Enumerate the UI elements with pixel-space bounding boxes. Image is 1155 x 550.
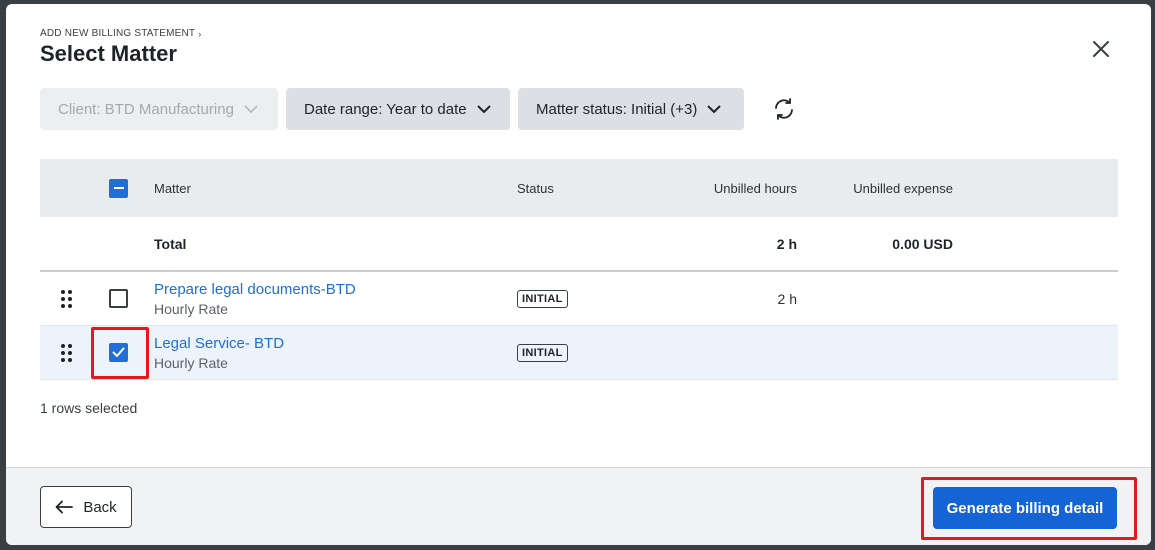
close-button[interactable] — [1088, 36, 1114, 62]
refresh-icon — [775, 98, 793, 120]
table-row[interactable]: Prepare legal documents-BTD Hourly Rate … — [40, 272, 1118, 326]
matter-table: Matter Status Unbilled hours Unbilled ex… — [40, 159, 1118, 380]
generate-billing-detail-button[interactable]: Generate billing detail — [933, 487, 1117, 529]
drag-handle-icon[interactable] — [60, 343, 72, 362]
refresh-button[interactable] — [770, 95, 798, 123]
column-header-status[interactable]: Status — [517, 181, 657, 196]
total-label: Total — [154, 235, 187, 252]
total-row: Total 2 h 0.00 USD — [40, 217, 1118, 272]
filter-bar: Client: BTD Manufacturing Date range: Ye… — [40, 88, 798, 130]
table-header: Matter Status Unbilled hours Unbilled ex… — [40, 159, 1118, 217]
column-header-unbilled-expense[interactable]: Unbilled expense — [797, 181, 953, 196]
status-badge: INITIAL — [517, 290, 568, 308]
row-unbilled-hours: 2 h — [777, 290, 797, 307]
row-checkbox[interactable] — [109, 343, 128, 362]
total-expense: 0.00 USD — [892, 235, 953, 252]
matter-link[interactable]: Legal Service- BTD — [154, 335, 517, 352]
page-title: Select Matter — [40, 41, 177, 66]
chevron-down-icon — [707, 104, 722, 114]
matter-link[interactable]: Prepare legal documents-BTD — [154, 281, 517, 298]
matter-status-filter[interactable]: Matter status: Initial (+3) — [518, 88, 744, 130]
status-badge: INITIAL — [517, 344, 568, 362]
dialog-footer: Back Generate billing detail — [6, 467, 1151, 545]
client-filter: Client: BTD Manufacturing — [40, 88, 278, 130]
selection-count: 1 rows selected — [40, 400, 138, 416]
matter-status-filter-label: Matter status: Initial (+3) — [536, 100, 698, 118]
breadcrumb-label: ADD NEW BILLING STATEMENT — [40, 28, 196, 39]
back-button[interactable]: Back — [40, 486, 132, 528]
date-range-filter[interactable]: Date range: Year to date — [286, 88, 510, 130]
chevron-down-icon — [244, 104, 258, 114]
column-header-unbilled-hours[interactable]: Unbilled hours — [657, 181, 797, 196]
total-hours: 2 h — [776, 235, 797, 252]
select-matter-dialog: ADD NEW BILLING STATEMENT › Select Matte… — [6, 4, 1151, 545]
client-filter-label: Client: BTD Manufacturing — [58, 100, 234, 118]
breadcrumb[interactable]: ADD NEW BILLING STATEMENT › — [40, 28, 201, 39]
chevron-right-icon: › — [198, 28, 202, 39]
matter-rate: Hourly Rate — [154, 354, 228, 371]
date-range-filter-label: Date range: Year to date — [304, 100, 467, 118]
drag-handle-icon[interactable] — [60, 289, 72, 308]
close-icon — [1093, 41, 1109, 57]
chevron-down-icon — [476, 104, 491, 114]
arrow-left-icon — [55, 500, 74, 514]
select-all-checkbox[interactable] — [109, 178, 128, 198]
back-button-label: Back — [83, 498, 117, 516]
matter-rate: Hourly Rate — [154, 300, 228, 317]
checkmark-icon — [112, 347, 125, 357]
row-checkbox[interactable] — [109, 289, 128, 308]
column-header-matter[interactable]: Matter — [154, 181, 517, 196]
table-row[interactable]: Legal Service- BTD Hourly Rate INITIAL — [40, 326, 1118, 380]
